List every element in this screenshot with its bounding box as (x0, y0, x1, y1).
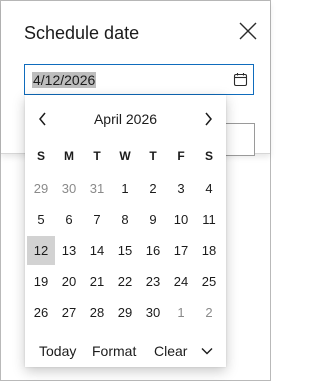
day-cell[interactable]: 23 (139, 266, 167, 297)
day-cell[interactable]: 1 (167, 297, 195, 328)
day-cell[interactable]: 2 (139, 173, 167, 204)
chevron-down-icon (201, 348, 213, 355)
expand-button[interactable] (200, 344, 214, 358)
day-cell[interactable]: 17 (167, 235, 195, 266)
day-cell[interactable]: 26 (27, 297, 55, 328)
day-cell[interactable]: 1 (111, 173, 139, 204)
day-cell[interactable]: 21 (83, 266, 111, 297)
chevron-right-icon (205, 112, 212, 126)
day-cell[interactable]: 4 (195, 173, 223, 204)
weekday-label: F (177, 149, 185, 163)
day-cell[interactable]: 24 (167, 266, 195, 297)
day-cell[interactable]: 2 (195, 297, 223, 328)
weekday-label: S (36, 149, 45, 163)
month-year-label[interactable]: April 2026 (65, 109, 186, 129)
day-cell[interactable]: 11 (195, 204, 223, 235)
calendar-icon[interactable] (233, 72, 248, 87)
day-cell[interactable]: 29 (27, 173, 55, 204)
day-cell[interactable]: 18 (195, 235, 223, 266)
day-cell[interactable]: 22 (111, 266, 139, 297)
weekday-label: T (93, 149, 101, 163)
day-cell[interactable]: 5 (27, 204, 55, 235)
calendar-footer: Today Format Clear (25, 339, 226, 363)
day-cell-selected[interactable]: 12 (27, 236, 55, 265)
weekday-label: M (64, 149, 74, 163)
weekday-label: S (204, 149, 213, 163)
day-cell[interactable]: 30 (139, 297, 167, 328)
day-cell[interactable]: 8 (111, 204, 139, 235)
chevron-left-icon (39, 112, 46, 126)
next-month-button[interactable] (197, 108, 219, 130)
weekday-label: W (119, 149, 131, 163)
day-cell[interactable]: 9 (139, 204, 167, 235)
window-frame: Schedule date 4/12/2026 April 2026 S M T… (0, 0, 271, 381)
day-cell[interactable]: 31 (83, 173, 111, 204)
day-grid: 29 30 31 1 2 3 4 5 6 7 8 9 10 11 12 13 14 15 16 17 18 19 20 21 2… (27, 173, 223, 328)
day-cell[interactable]: 13 (55, 235, 83, 266)
day-cell[interactable]: 19 (27, 266, 55, 297)
day-cell[interactable]: 16 (139, 235, 167, 266)
day-cell[interactable]: 7 (83, 204, 111, 235)
day-cell[interactable]: 10 (167, 204, 195, 235)
day-cell[interactable]: 20 (55, 266, 83, 297)
day-cell[interactable]: 28 (83, 297, 111, 328)
previous-month-button[interactable] (32, 108, 54, 130)
dialog-title: Schedule date (24, 23, 140, 43)
date-input[interactable]: 4/12/2026 (24, 64, 254, 95)
format-button[interactable]: Format (92, 342, 136, 360)
day-cell[interactable]: 14 (83, 235, 111, 266)
clear-button[interactable]: Clear (154, 342, 187, 360)
day-cell[interactable]: 29 (111, 297, 139, 328)
day-cell[interactable]: 15 (111, 235, 139, 266)
date-input-value[interactable]: 4/12/2026 (32, 72, 97, 88)
close-button[interactable] (235, 18, 261, 44)
weekday-header: S M T W T F S (27, 148, 223, 164)
day-cell[interactable]: 25 (195, 266, 223, 297)
day-cell[interactable]: 6 (55, 204, 83, 235)
time-field-edge[interactable] (226, 123, 255, 156)
day-cell[interactable]: 3 (167, 173, 195, 204)
day-cell[interactable]: 27 (55, 297, 83, 328)
day-cell[interactable]: 30 (55, 173, 83, 204)
today-button[interactable]: Today (39, 342, 76, 360)
calendar-popup: April 2026 S M T W T F S 29 30 31 1 2 3 4 5 6 7 8 9… (25, 95, 226, 367)
close-icon (239, 22, 257, 40)
weekday-label: T (149, 149, 157, 163)
